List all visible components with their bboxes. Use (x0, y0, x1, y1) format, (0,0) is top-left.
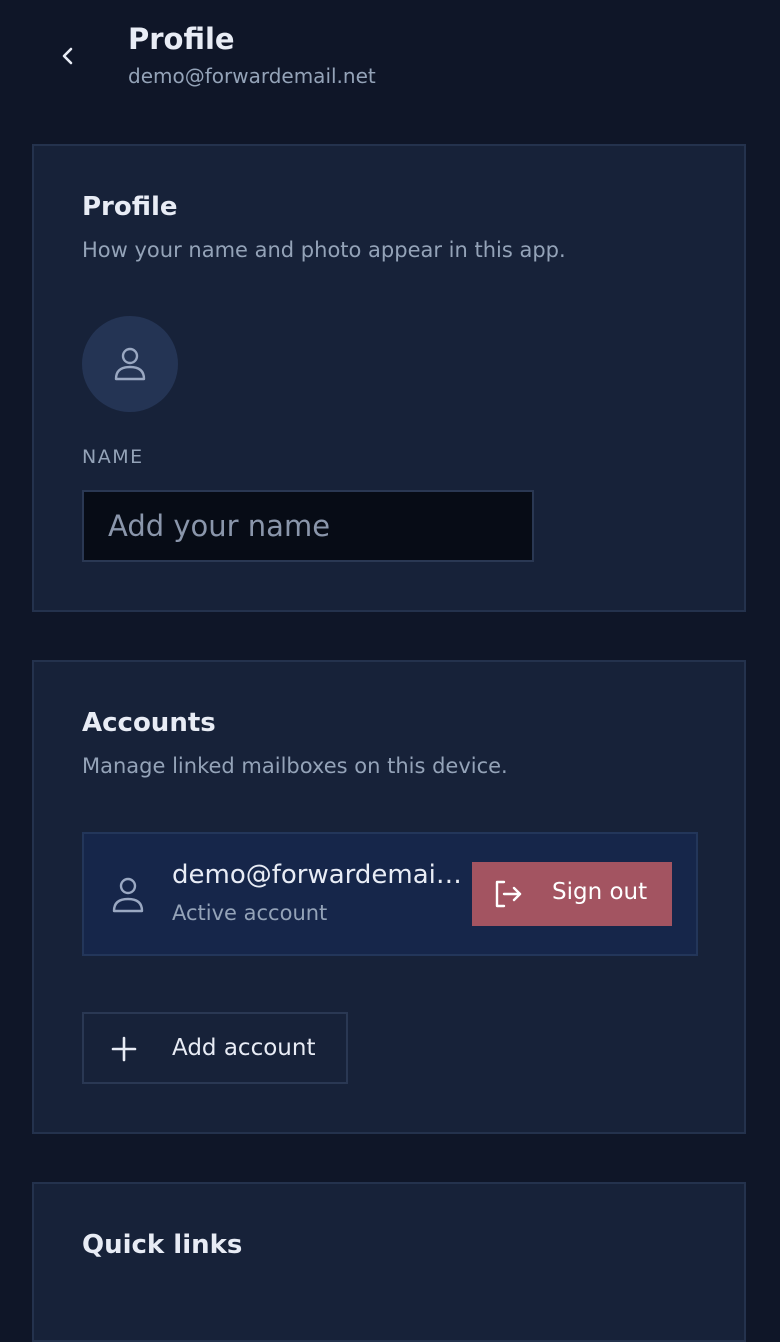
log-out-icon (495, 880, 522, 908)
accounts-card: Accounts Manage linked mailboxes on this… (32, 660, 746, 1134)
page-title: Profile (128, 22, 235, 56)
user-icon (114, 347, 146, 381)
account-status: Active account (172, 901, 328, 925)
accounts-card-description: Manage linked mailboxes on this device. (82, 754, 508, 778)
page-subtitle: demo@forwardemail.net (128, 64, 376, 88)
top-bar: Profile demo@forwardemail.net (0, 0, 780, 120)
accounts-card-title: Accounts (82, 708, 216, 738)
account-email: demo@forwardemail.net (172, 860, 464, 890)
quick-links-card: Quick links (32, 1182, 746, 1342)
sign-out-label: Sign out (552, 879, 648, 905)
back-button[interactable] (48, 36, 88, 76)
chevron-left-icon (62, 47, 73, 65)
add-account-label: Add account (172, 1035, 316, 1061)
account-row: demo@forwardemail.net Active account Sig… (82, 832, 698, 956)
profile-card-title: Profile (82, 192, 178, 222)
profile-card: Profile How your name and photo appear i… (32, 144, 746, 612)
quick-links-card-title: Quick links (82, 1230, 243, 1260)
name-field-label: NAME (82, 446, 144, 468)
user-icon (112, 877, 144, 913)
add-account-button[interactable]: Add account (82, 1012, 348, 1084)
avatar[interactable] (82, 316, 178, 412)
sign-out-button[interactable]: Sign out (472, 862, 672, 926)
name-input[interactable] (82, 490, 534, 562)
plus-icon (111, 1036, 137, 1062)
profile-card-description: How your name and photo appear in this a… (82, 238, 566, 262)
